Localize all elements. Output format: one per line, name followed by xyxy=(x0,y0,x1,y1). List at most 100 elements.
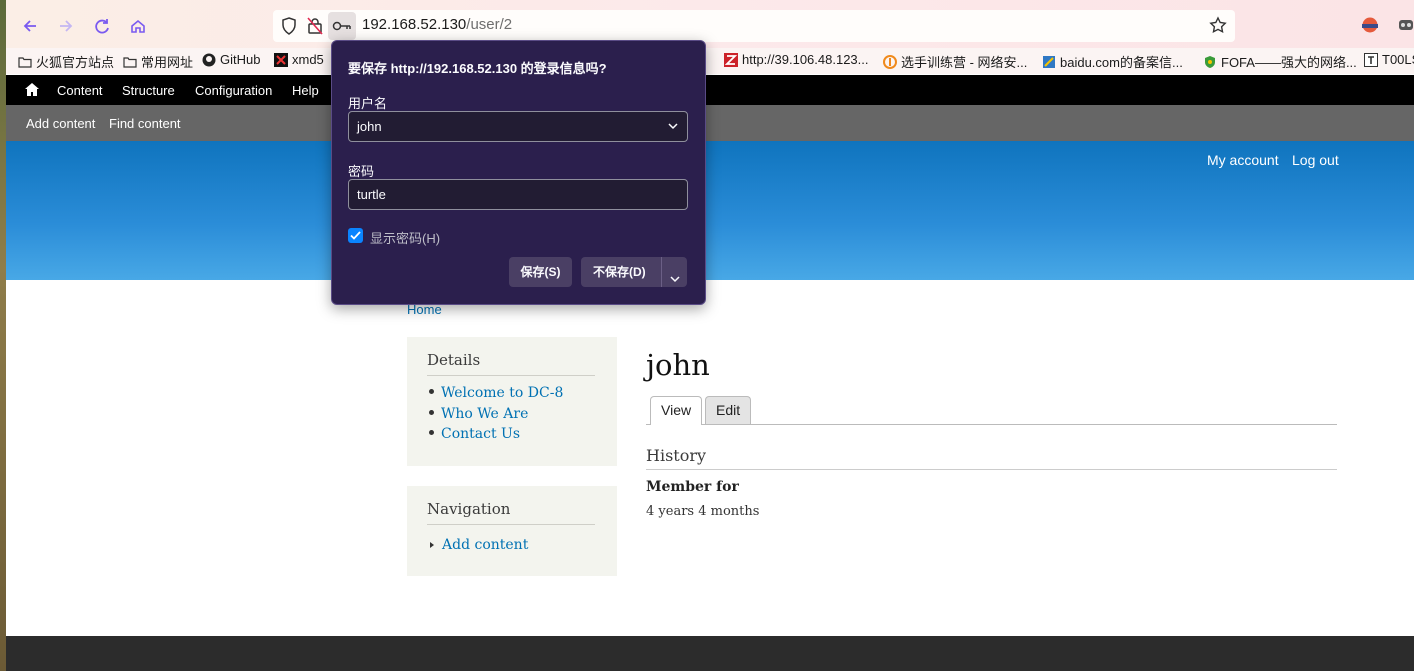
shortcut-add-content[interactable]: Add content xyxy=(26,116,95,131)
chevron-down-icon[interactable] xyxy=(669,266,681,296)
password-value: turtle xyxy=(357,187,386,202)
site-footer xyxy=(6,636,1414,671)
bookmark-label: xmd5 xyxy=(292,52,324,67)
tracking-shield-icon[interactable] xyxy=(281,17,297,39)
checkmark-icon xyxy=(350,231,361,240)
home-icon xyxy=(131,19,145,33)
back-button[interactable] xyxy=(16,12,44,40)
folder-icon xyxy=(123,55,137,69)
divider xyxy=(661,257,662,287)
list-item[interactable]: Who We Are xyxy=(427,406,563,427)
folder-icon xyxy=(18,55,32,69)
bullet-icon xyxy=(429,430,434,435)
divider xyxy=(646,469,1337,470)
save-login-popup: 要保存 http://192.168.52.130 的登录信息吗? 用户名 jo… xyxy=(331,40,706,305)
bookmark-baidu-icp[interactable]: baidu.com的备案信... xyxy=(1042,52,1183,71)
site-header: My account Log out xyxy=(6,141,1414,280)
username-label: 用户名 xyxy=(348,96,388,111)
bookmark-xmd5[interactable]: xmd5 xyxy=(274,52,324,67)
arrow-right-icon xyxy=(60,20,73,32)
details-link[interactable]: Contact Us xyxy=(441,426,520,442)
key-icon xyxy=(332,21,351,31)
list-item[interactable]: Contact Us xyxy=(427,426,563,447)
admin-menu-configuration[interactable]: Configuration xyxy=(195,83,272,98)
show-password-checkbox[interactable] xyxy=(348,228,363,243)
url-bar[interactable]: 192.168.52.130/user/2 xyxy=(273,10,1235,42)
admin-toolbar: Content Structure Configuration Help xyxy=(6,75,1414,105)
member-for-value: 4 years 4 months xyxy=(646,504,760,519)
bookmarks-toolbar: 火狐官方站点 常用网址 GitHub xmd5 http://39.106.48… xyxy=(6,48,1414,74)
url-text[interactable]: 192.168.52.130/user/2 xyxy=(362,16,512,33)
details-links: Welcome to DC-8 Who We Are Contact Us xyxy=(427,385,563,447)
list-item[interactable]: Welcome to DC-8 xyxy=(427,385,563,406)
bookmark-fofa[interactable]: FOFA——强大的网络... xyxy=(1203,52,1357,71)
xmd5-icon xyxy=(274,52,288,67)
save-login-question: 要保存 http://192.168.52.130 的登录信息吗? xyxy=(348,61,607,76)
extension-icon[interactable] xyxy=(1398,17,1414,37)
insecure-lock-icon[interactable] xyxy=(307,17,323,39)
bookmark-label: T00LS xyxy=(1382,52,1414,67)
log-out-link[interactable]: Log out xyxy=(1292,152,1339,168)
my-account-link[interactable]: My account xyxy=(1207,152,1279,168)
reload-icon xyxy=(95,19,109,34)
account-avatar-icon[interactable] xyxy=(1362,17,1378,37)
shortcuts-bar: Add content Find content xyxy=(6,105,1414,141)
bookmark-label: 选手训练营 - 网络安... xyxy=(901,55,1028,70)
bookmark-label: GitHub xyxy=(220,52,261,67)
local-tabs: View Edit xyxy=(646,396,1337,425)
bookmark-t00ls[interactable]: T00LS xyxy=(1364,52,1414,67)
collapsed-triangle-icon xyxy=(430,541,434,548)
zotero-icon xyxy=(724,52,738,67)
bookmark-label: 火狐官方站点 xyxy=(36,55,115,70)
url-host: 192.168.52.130 xyxy=(362,16,467,33)
github-icon xyxy=(202,53,216,67)
username-dropdown[interactable]: john xyxy=(348,111,688,142)
bookmark-folder-common[interactable]: 常用网址 xyxy=(123,52,193,71)
password-label: 密码 xyxy=(348,164,375,179)
reload-button[interactable] xyxy=(88,12,116,40)
doc-icon xyxy=(1042,55,1056,69)
details-title: Details xyxy=(427,351,481,369)
bullet-icon xyxy=(429,389,434,394)
username-value: john xyxy=(357,119,382,134)
details-link[interactable]: Welcome to DC-8 xyxy=(441,385,563,401)
flame-icon xyxy=(883,54,897,69)
tab-edit[interactable]: Edit xyxy=(705,396,752,424)
details-link[interactable]: Who We Are xyxy=(441,406,528,422)
dont-save-button[interactable]: 不保存(D) xyxy=(581,257,687,287)
tools-icon xyxy=(1364,52,1378,67)
password-field[interactable]: turtle xyxy=(348,179,688,210)
navigation-block: Navigation Add content xyxy=(407,486,617,576)
bookmark-star-icon[interactable] xyxy=(1209,16,1227,38)
show-password-label[interactable]: 显示密码(H) xyxy=(370,228,440,247)
bookmark-label: baidu.com的备案信... xyxy=(1060,55,1183,70)
navigation-links: Add content xyxy=(427,537,528,558)
bookmark-folder-firefox[interactable]: 火狐官方站点 xyxy=(18,52,114,71)
chevron-down-icon xyxy=(667,120,679,135)
browser-toolbar: 192.168.52.130/user/2 xyxy=(6,0,1414,48)
bullet-icon xyxy=(429,409,434,415)
divider xyxy=(427,375,595,376)
bookmark-training[interactable]: 选手训练营 - 网络安... xyxy=(883,52,1027,71)
shortcut-find-content[interactable]: Find content xyxy=(109,116,181,131)
password-key-button[interactable] xyxy=(328,12,356,40)
tab-view[interactable]: View xyxy=(650,396,703,425)
bookmark-zotero[interactable]: http://39.106.48.123... xyxy=(724,52,869,67)
admin-menu-structure[interactable]: Structure xyxy=(122,83,175,98)
navigation-title: Navigation xyxy=(427,500,511,518)
forward-button[interactable] xyxy=(52,12,80,40)
navigation-link[interactable]: Add content xyxy=(442,537,528,553)
list-item[interactable]: Add content xyxy=(427,537,528,558)
home-button[interactable] xyxy=(124,12,152,40)
url-path: /user/2 xyxy=(466,16,513,33)
admin-menu-help[interactable]: Help xyxy=(292,83,319,98)
bookmark-label: 常用网址 xyxy=(141,55,194,70)
admin-home-icon[interactable] xyxy=(25,83,39,99)
history-heading: History xyxy=(646,446,707,465)
member-for-label: Member for xyxy=(646,479,739,495)
admin-menu-content[interactable]: Content xyxy=(57,83,103,98)
save-button[interactable]: 保存(S) xyxy=(509,257,572,287)
bookmark-github[interactable]: GitHub xyxy=(202,52,260,67)
bookmark-label: FOFA——强大的网络... xyxy=(1221,55,1357,70)
page-title: john xyxy=(646,348,710,382)
